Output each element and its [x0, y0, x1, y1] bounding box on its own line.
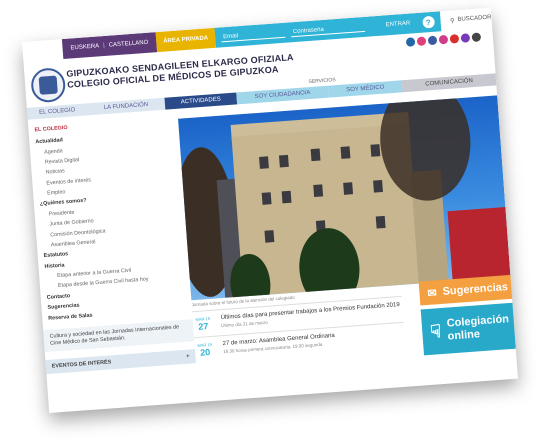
tab-comunicacion[interactable]: COMUNICACIÓN — [401, 73, 497, 93]
podcast-icon[interactable] — [460, 33, 471, 43]
linkedin-icon[interactable] — [405, 37, 416, 47]
password-field[interactable] — [290, 22, 366, 37]
hand-pointer-icon: ☟ — [429, 320, 442, 342]
news-teaser[interactable]: Cultura y sociedad en las Jornadas Inter… — [43, 318, 195, 352]
lang-es-link[interactable]: CASTELLANO — [109, 40, 149, 49]
college-logo[interactable] — [30, 66, 67, 104]
window — [261, 192, 272, 205]
window — [370, 144, 381, 157]
language-switcher: EUSKERA | CASTELLANO — [61, 32, 158, 60]
event-date: MAR 19 27 — [193, 316, 214, 332]
top-bar: EUSKERA | CASTELLANO ÁREA PRIVADA ENTRAR… — [61, 8, 492, 60]
search-label: BUSCADOR — [457, 14, 492, 24]
window — [375, 215, 386, 229]
rss-icon[interactable] — [471, 32, 482, 43]
window — [313, 184, 324, 198]
registration-label: Colegiación online — [446, 313, 510, 343]
email-field[interactable] — [220, 28, 286, 42]
tab-soy-medico[interactable]: SOY MÉDICO — [328, 80, 403, 98]
plus-icon[interactable]: + — [186, 353, 190, 359]
online-registration-button[interactable]: ☟ Colegiación online — [420, 302, 518, 356]
flickr-icon[interactable] — [416, 36, 427, 47]
sidebar: EL COLEGIO Actualidad Agenda Revista Dig… — [28, 111, 196, 374]
site-title: GIPUZKOAKO SENDAGILEEN ELKARGO OFIZIALA … — [66, 52, 295, 91]
instagram-icon[interactable] — [438, 34, 449, 45]
help-icon[interactable]: ? — [421, 15, 435, 29]
tab-soy-ciudadano[interactable]: SOY CIUDADANO/A — [236, 85, 329, 105]
facebook-icon[interactable] — [427, 35, 438, 46]
hero-photo — [178, 95, 511, 301]
enter-button[interactable]: ENTRAR — [385, 21, 410, 29]
registration-line2: online — [447, 328, 481, 343]
interest-events-header[interactable]: EVENTOS DE INTERÉS + — [45, 348, 196, 374]
registration-line1: Colegiación — [446, 313, 510, 330]
interest-events-title: EVENTOS DE INTERÉS — [51, 359, 112, 370]
window — [373, 179, 383, 193]
window — [281, 190, 292, 204]
search-link[interactable]: ⚲ BUSCADOR — [449, 14, 492, 25]
event-date: MAR 19 20 — [195, 342, 216, 358]
website-page: EUSKERA | CASTELLANO ÁREA PRIVADA ENTRAR… — [22, 7, 518, 414]
social-links — [405, 32, 482, 47]
lang-eu-link[interactable]: EUSKERA — [70, 43, 99, 51]
suggestions-label: Sugerencias — [442, 281, 509, 298]
logo-emblem — [38, 75, 58, 95]
suggestions-icon: ✉ — [427, 286, 438, 300]
magnifier-icon: ⚲ — [449, 17, 455, 25]
window — [259, 156, 269, 169]
window — [340, 146, 351, 159]
event-day: 20 — [199, 347, 211, 358]
private-area-button[interactable]: ÁREA PRIVADA — [155, 27, 216, 53]
event-day: 27 — [197, 321, 209, 332]
window — [264, 230, 275, 243]
tab-actividades[interactable]: ACTIVIDADES — [164, 92, 238, 110]
services-link[interactable]: SERVICIOS — [308, 77, 336, 85]
event-text: 27 de marzo: Asamblea General Ordinaria … — [222, 333, 335, 356]
youtube-icon[interactable] — [449, 34, 460, 44]
window — [310, 148, 321, 162]
window — [279, 154, 289, 168]
window — [343, 182, 354, 195]
screenshot-stage: EUSKERA | CASTELLANO ÁREA PRIVADA ENTRAR… — [0, 0, 544, 446]
lang-separator: | — [102, 42, 105, 50]
red-house — [447, 207, 511, 282]
